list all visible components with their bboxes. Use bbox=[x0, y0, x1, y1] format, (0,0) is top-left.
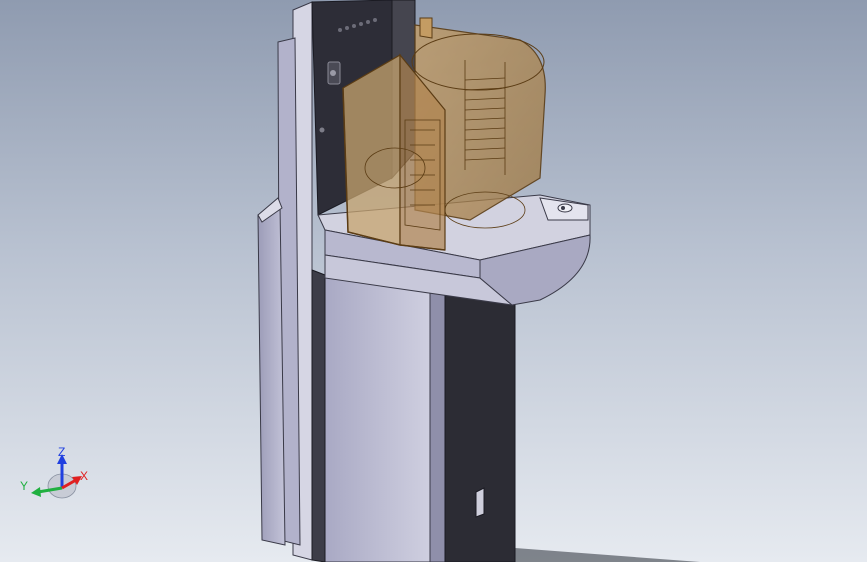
coordinate-triad: Z Y X bbox=[14, 440, 104, 510]
3d-viewport[interactable]: Z Y X bbox=[0, 0, 867, 562]
floor-shadow bbox=[515, 548, 700, 562]
cad-model[interactable] bbox=[0, 0, 867, 562]
back-column bbox=[257, 1, 313, 561]
y-label: Y bbox=[20, 479, 28, 493]
z-label: Z bbox=[58, 445, 65, 459]
y-arrow-icon bbox=[31, 487, 41, 497]
x-label: X bbox=[80, 469, 88, 483]
lower-column bbox=[311, 269, 516, 562]
